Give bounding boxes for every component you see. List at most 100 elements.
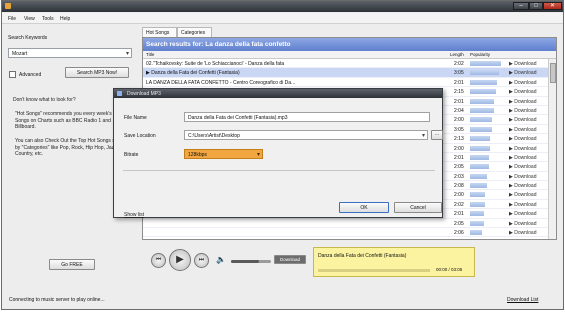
- popularity-bar: [470, 145, 491, 151]
- download-link[interactable]: ▶ Download: [509, 80, 536, 86]
- download-link[interactable]: ▶ Download: [509, 202, 536, 208]
- minimize-button[interactable]: –: [513, 2, 529, 10]
- popularity-bar: [470, 89, 496, 95]
- title-bar[interactable]: – □ ✕: [2, 1, 563, 12]
- song-length: 3:05: [454, 126, 464, 133]
- download-link[interactable]: ▶ Download: [509, 117, 536, 123]
- table-row[interactable]: 02."Tchaikovsky: Suite de 'Lo Schiaccian…: [143, 237, 556, 240]
- file-name-field[interactable]: Danza della Fata dei Confetti (Fantasia)…: [184, 112, 430, 122]
- browse-button[interactable]: ...: [431, 130, 443, 140]
- col-popularity[interactable]: Popularity: [470, 52, 490, 57]
- download-link[interactable]: ▶ Download: [509, 230, 536, 236]
- song-title: 02."Tchaikovsky: Suite de 'Lo Schiaccian…: [146, 61, 285, 67]
- bitrate-select[interactable]: 128kbps ▾: [184, 149, 263, 159]
- chevron-down-icon[interactable]: ▾: [126, 50, 129, 57]
- now-playing-title: Danza della Fata dei Confetti (Fantasia): [318, 253, 407, 259]
- now-playing-box: Danza della Fata dei Confetti (Fantasia)…: [313, 247, 475, 277]
- download-icon: [117, 91, 122, 96]
- save-location-field[interactable]: C:\Users\Artist\Desktop ▾: [184, 130, 428, 140]
- search-value: Mozart: [12, 51, 28, 57]
- player-download-button[interactable]: Download: [274, 255, 306, 264]
- popularity-bar: [470, 136, 491, 142]
- song-length: 2:00: [454, 192, 464, 199]
- download-link[interactable]: ▶ Download: [509, 70, 536, 76]
- download-link[interactable]: ▶ Download: [509, 174, 536, 180]
- save-location-label: Save Location: [124, 133, 156, 139]
- song-length: 2:05: [454, 164, 464, 171]
- download-link[interactable]: ▶ Download: [509, 127, 536, 133]
- tab-categories[interactable]: Categories: [177, 27, 212, 37]
- advanced-checkbox[interactable]: [9, 71, 16, 78]
- popularity-bar: [470, 192, 486, 198]
- chevron-down-icon[interactable]: ▾: [422, 132, 425, 139]
- results-scrollbar[interactable]: [548, 59, 556, 239]
- download-link[interactable]: ▶ Download: [509, 221, 536, 227]
- popularity-bar: [470, 183, 487, 189]
- go-free-button[interactable]: Go FREE: [49, 259, 95, 270]
- column-header: Title Length Popularity: [143, 51, 556, 59]
- search-mp3-button[interactable]: Search MP3 Now!: [65, 67, 129, 78]
- popularity-bar: [470, 79, 498, 85]
- volume-slider[interactable]: [231, 260, 271, 263]
- status-text: Connecting to music server to play onlin…: [9, 297, 105, 303]
- download-link[interactable]: ▶ Download: [509, 164, 536, 170]
- popularity-bar: [470, 239, 482, 240]
- scrollbar-thumb[interactable]: [550, 63, 556, 83]
- song-length: 2:06: [454, 239, 464, 240]
- menu-help[interactable]: Help: [60, 16, 70, 22]
- maximize-button[interactable]: □: [529, 2, 543, 10]
- menu-tools[interactable]: Tools: [42, 16, 54, 22]
- previous-button[interactable]: ⏮: [151, 253, 166, 268]
- table-row[interactable]: ▶ Danza della Fata dei Confetti (Fantasi…: [143, 68, 556, 78]
- volume-icon[interactable]: 🔈: [216, 255, 226, 264]
- download-link[interactable]: ▶ Download: [509, 108, 536, 114]
- play-button[interactable]: ▶: [169, 249, 191, 271]
- tab-hot-songs[interactable]: Hot Songs: [142, 27, 177, 37]
- song-length: 2:08: [454, 183, 464, 190]
- help-categories-text: You can also Check Out the Top Hot Songs…: [15, 138, 127, 157]
- download-link[interactable]: ▶ Download: [509, 146, 536, 152]
- song-length: 2:01: [454, 98, 464, 105]
- col-title[interactable]: Title: [146, 52, 154, 57]
- playback-progress[interactable]: [318, 269, 430, 272]
- player-panel: ⏮ ▶ ⏭ 🔈 Download Danza della Fata dei Co…: [142, 243, 557, 279]
- download-link[interactable]: ▶ Download: [509, 183, 536, 189]
- results-header: Search results for: La danza della fata …: [143, 38, 556, 51]
- download-link[interactable]: ▶ Download: [509, 99, 536, 105]
- popularity-bar: [470, 211, 484, 217]
- download-link[interactable]: ▶ Download: [509, 239, 536, 240]
- search-input[interactable]: Mozart ▾: [8, 48, 132, 58]
- download-link[interactable]: ▶ Download: [509, 89, 536, 95]
- song-length: 2:02: [454, 61, 464, 67]
- table-row[interactable]: 02."Tchaikovsky: Suite de 'Lo Schiaccian…: [143, 59, 556, 69]
- cancel-button[interactable]: Cancel: [394, 202, 442, 213]
- ok-button[interactable]: OK: [339, 202, 389, 213]
- menu-view[interactable]: View: [24, 16, 35, 22]
- download-link[interactable]: ▶ Download: [509, 136, 536, 142]
- table-row[interactable]: 2:05 ▶ Download: [143, 219, 556, 229]
- table-row[interactable]: 2:06 ▶ Download: [143, 228, 556, 238]
- volume-level: [231, 260, 259, 263]
- next-button[interactable]: ⏭: [194, 253, 209, 268]
- song-length: 2:03: [454, 173, 464, 180]
- col-length[interactable]: Length: [450, 52, 464, 57]
- search-label: Search Keywords: [8, 35, 48, 41]
- download-link[interactable]: ▶ Download: [509, 211, 536, 217]
- table-row[interactable]: LA DANZA DELLA FATA CONFETTO - Centro Co…: [143, 78, 556, 88]
- download-list-link[interactable]: Download List: [507, 297, 538, 303]
- app-icon: [5, 3, 11, 9]
- popularity-bar: [470, 220, 484, 226]
- close-button[interactable]: ✕: [543, 2, 562, 10]
- results-prefix: Search results for:: [146, 41, 204, 48]
- bitrate-label: Bitrate: [124, 152, 139, 158]
- results-query: La danza della fata confetto: [205, 41, 291, 48]
- download-link[interactable]: ▶ Download: [509, 155, 536, 161]
- download-link[interactable]: ▶ Download: [509, 192, 536, 198]
- song-length: 2:13: [454, 136, 464, 143]
- popularity-bar: [470, 107, 494, 113]
- chevron-down-icon[interactable]: ▾: [257, 151, 260, 158]
- show-list-link[interactable]: Show list: [124, 212, 144, 218]
- download-link[interactable]: ▶ Download: [509, 61, 536, 67]
- dialog-title-bar[interactable]: Download MP3: [114, 89, 442, 98]
- menu-file[interactable]: File: [8, 16, 16, 22]
